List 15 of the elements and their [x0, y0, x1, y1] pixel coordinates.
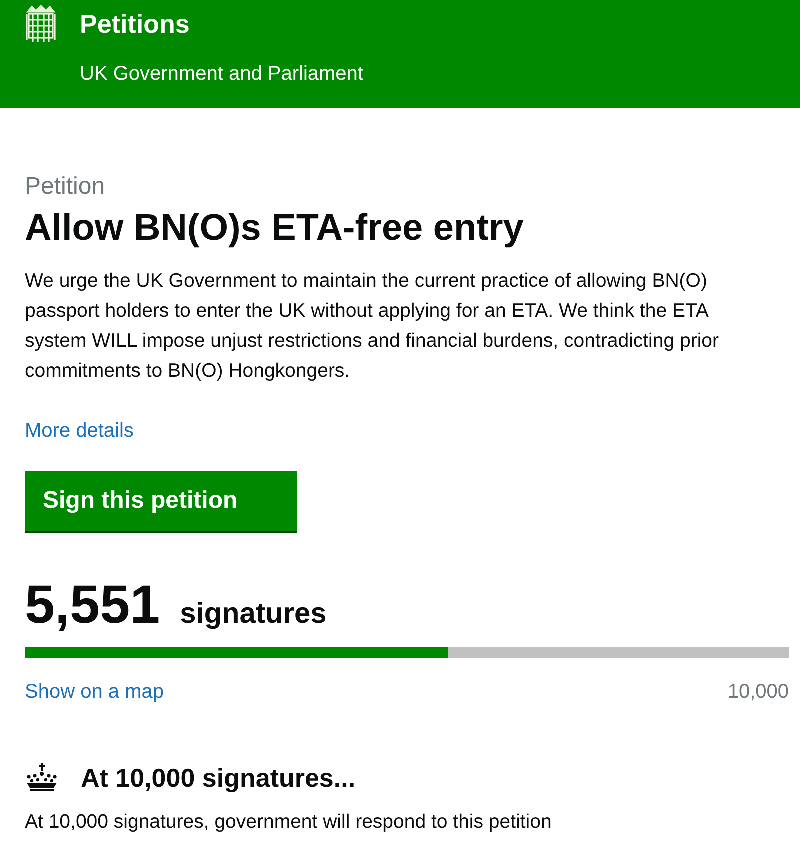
- show-map-link[interactable]: Show on a map: [25, 678, 164, 706]
- threshold-text: At 10,000 signatures, government will respond to this petition: [25, 810, 552, 834]
- threshold-heading: At 10,000 signatures...: [81, 762, 356, 794]
- sign-petition-button[interactable]: Sign this petition: [25, 471, 297, 531]
- signature-count: 5,551: [25, 575, 160, 635]
- site-subtitle: UK Government and Parliament: [80, 62, 364, 87]
- portcullis-icon: [24, 4, 58, 44]
- site-title[interactable]: Petitions: [80, 6, 364, 42]
- more-details-link[interactable]: More details: [25, 417, 134, 445]
- page-caption: Petition: [25, 172, 106, 202]
- petition-description: We urge the UK Government to maintain the current practice of allowing BN(O) passport holders to enter the UK without applying for an ETA. We think the ETA system WILL impose unjust restrictions and financial burdens, contradicting prior commitments to BN(O) Hongkongers.: [25, 269, 720, 384]
- crown-icon: [25, 762, 59, 792]
- petition-title: Allow BN(O)s ETA-free entry: [25, 206, 524, 250]
- signatures-label: signatures: [180, 597, 327, 632]
- target-count: 10,000: [728, 680, 789, 704]
